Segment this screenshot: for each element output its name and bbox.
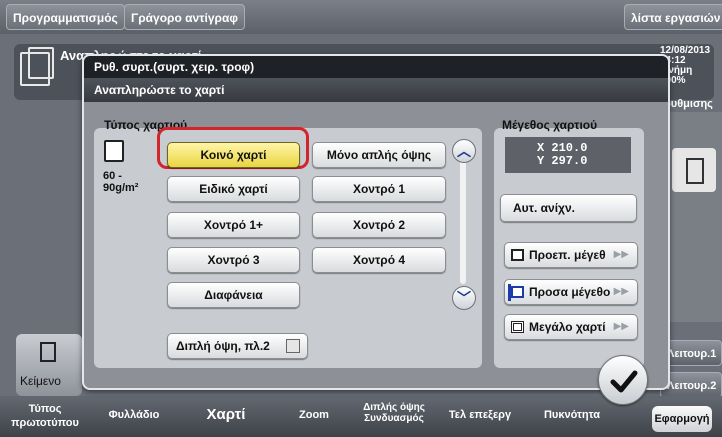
transparency-button[interactable]: Διαφάνεια	[167, 282, 300, 308]
scroll-up-button[interactable]: ︿	[452, 139, 476, 163]
double-arrow-right-icon: ▶▶	[613, 249, 629, 260]
preset-size-icon	[511, 249, 524, 261]
tab-programming[interactable]: Προγραμματισμός	[6, 4, 125, 30]
settings-label: ρυθμισης	[664, 98, 713, 110]
chevron-up-icon: ︿	[457, 143, 471, 159]
plain-paper-button[interactable]: Κοινό χαρτί	[167, 142, 300, 168]
thick-4-button[interactable]: Χοντρό 4	[312, 247, 446, 273]
duplex-side2-label: Διπλή όψη, πλ.2	[176, 339, 270, 353]
double-arrow-right-icon: ▶▶	[613, 321, 629, 332]
large-paper-button[interactable]: Μεγάλο χαρτί ▶▶	[504, 314, 638, 340]
tab-booklet[interactable]: Φυλλάδιο	[94, 398, 174, 434]
tab-original-type[interactable]: Τύπος πρωτοτύπου	[10, 398, 80, 434]
special-paper-button[interactable]: Ειδικό χαρτί	[167, 176, 300, 202]
tab-quick-copy[interactable]: Γράγορο αντίγραφ	[124, 4, 245, 30]
thick-1-button[interactable]: Χοντρό 1	[312, 176, 446, 202]
single-side-only-button[interactable]: Μόνο απλής όψης	[312, 142, 446, 168]
paper-size-label: Μέγεθος χαρτιού	[502, 118, 598, 132]
copy-icon	[20, 47, 54, 86]
dialog-message: Αναπληρώστε το χαρτί	[84, 78, 668, 102]
tab-density[interactable]: Πυκνότητα	[532, 398, 612, 434]
tab-job-list[interactable]: λίστα εργασιών	[624, 4, 722, 30]
preset-size-button[interactable]: Προεπ. μέγεθ ▶▶	[504, 242, 638, 268]
paper-size-readout: X 210.0 Y 297.0	[505, 137, 631, 173]
checkmark-icon	[610, 370, 638, 393]
thick-1-plus-button[interactable]: Χοντρό 1+	[167, 212, 300, 238]
auto-detect-button[interactable]: Αυτ. ανίχν.	[500, 194, 637, 222]
preset-size-label: Προεπ. μέγεθ	[529, 248, 606, 262]
large-paper-label: Μεγάλο χαρτί	[529, 320, 606, 334]
copy-screen: Προγραμματισμός Γράγορο αντίγραφ λίστα ε…	[0, 0, 722, 437]
document-icon	[40, 342, 56, 362]
large-paper-icon	[511, 321, 524, 333]
double-arrow-right-icon: ▶▶	[613, 286, 629, 297]
paper-type-scrollbar[interactable]	[460, 160, 466, 284]
original-icon[interactable]	[672, 148, 716, 192]
custom-size-button[interactable]: Προσα μέγεθο ▶▶	[504, 279, 638, 305]
thick-2-button[interactable]: Χοντρό 2	[312, 212, 446, 238]
tab-zoom[interactable]: Zoom	[284, 398, 344, 434]
ok-button[interactable]	[598, 355, 648, 405]
custom-size-label: Προσα μέγεθο	[529, 285, 611, 299]
thick-3-button[interactable]: Χοντρό 3	[167, 247, 300, 273]
dialog-title: Ρυθ. συρτ.(συρτ. χειρ. τροφ)	[84, 56, 668, 78]
text-mode-label: Κείμενο	[20, 374, 61, 388]
size-y-value: Y 297.0	[537, 154, 588, 168]
duplex-side2-checkbox[interactable]	[286, 339, 300, 353]
tab-paper[interactable]: Χαρτί	[186, 398, 266, 434]
chevron-down-icon: ﹀	[457, 290, 471, 306]
custom-size-icon	[508, 284, 524, 301]
tab-finishing[interactable]: Τελ επεξεργ	[440, 398, 520, 434]
paper-weight-text: 60 - 90g/m²	[103, 170, 139, 194]
paper-sheet-icon	[104, 140, 124, 162]
scroll-down-button[interactable]: ﹀	[452, 286, 476, 310]
text-mode-button[interactable]: Κείμενο	[16, 334, 82, 396]
apply-button[interactable]: Εφαρμογή	[652, 406, 712, 432]
tab-duplex-combine[interactable]: Διπλής όψης Συνδυασμός	[356, 398, 432, 434]
